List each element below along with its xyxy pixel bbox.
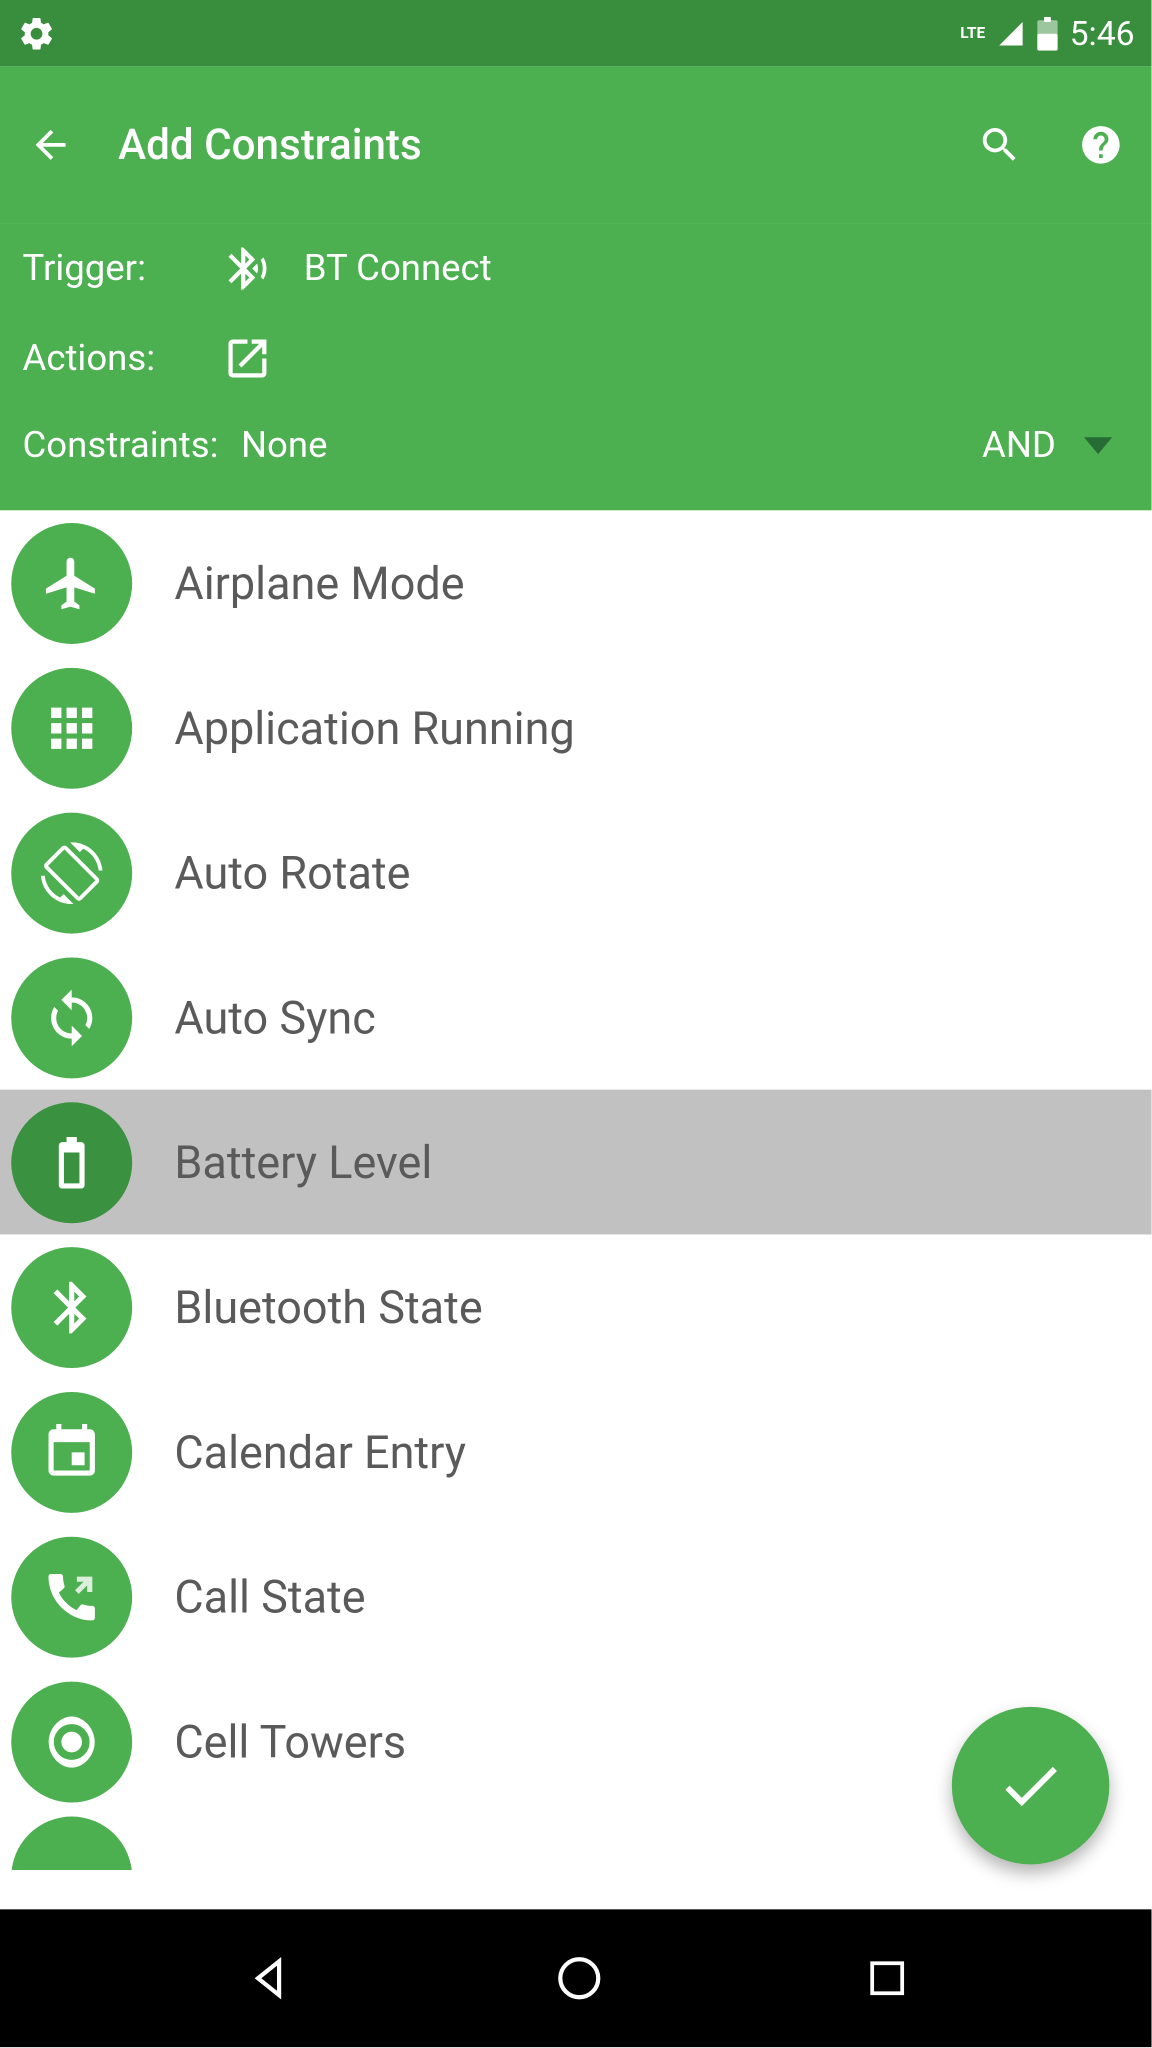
clock-time: 5:46 — [1070, 13, 1135, 52]
constraint-bluetooth-state[interactable]: Bluetooth State — [0, 1234, 1152, 1379]
nav-back-button[interactable] — [243, 1953, 294, 2004]
open-external-icon[interactable] — [205, 333, 289, 384]
sync-icon — [11, 957, 132, 1078]
search-button[interactable] — [977, 122, 1022, 167]
actions-row: Actions: — [22, 314, 1129, 404]
battery-icon — [1036, 16, 1058, 50]
app-bar: Add Constraints — [0, 66, 1152, 223]
dropdown-arrow-icon — [1084, 437, 1112, 454]
apps-icon — [11, 667, 132, 788]
confirm-button[interactable] — [952, 1707, 1109, 1864]
back-button[interactable] — [28, 122, 73, 167]
bluetooth-icon — [11, 1246, 132, 1367]
logic-operator-label: AND — [982, 425, 1056, 467]
constraints-value: None — [241, 425, 982, 467]
constraint-label: Application Running — [174, 701, 574, 754]
rotate-icon — [11, 812, 132, 933]
constraint-airplane-mode[interactable]: Airplane Mode — [0, 510, 1152, 655]
constraint-application-running[interactable]: Application Running — [0, 655, 1152, 800]
constraint-label: Airplane Mode — [174, 556, 464, 609]
constraint-auto-sync[interactable]: Auto Sync — [0, 945, 1152, 1090]
battery-icon — [11, 1102, 132, 1223]
constraints-row: Constraints: None AND — [22, 404, 1129, 488]
constraint-label: Bluetooth State — [174, 1280, 482, 1333]
constraint-battery-level[interactable]: Battery Level — [0, 1090, 1152, 1235]
partial-icon — [11, 1817, 132, 1870]
trigger-label: Trigger: — [22, 247, 205, 289]
trigger-value: BT Connect — [304, 247, 492, 289]
call-icon — [11, 1536, 132, 1657]
network-label: LTE — [960, 24, 985, 42]
signal-icon — [996, 19, 1024, 47]
constraint-auto-rotate[interactable]: Auto Rotate — [0, 800, 1152, 945]
constraints-list: Airplane Mode Application Running Auto R… — [0, 510, 1152, 1870]
nav-home-button[interactable] — [553, 1953, 604, 2004]
constraint-label: Auto Sync — [174, 991, 375, 1044]
bluetooth-icon — [205, 243, 289, 294]
settings-icon — [17, 13, 56, 52]
help-button[interactable] — [1078, 122, 1123, 167]
constraint-label: Cell Towers — [174, 1715, 406, 1768]
info-section: Trigger: BT Connect Actions: Constraints… — [0, 224, 1152, 511]
status-bar: LTE 5:46 — [0, 0, 1152, 66]
constraint-label: Battery Level — [174, 1135, 432, 1188]
constraint-label: Calendar Entry — [174, 1425, 466, 1478]
constraint-calendar-entry[interactable]: Calendar Entry — [0, 1379, 1152, 1524]
calendar-icon — [11, 1391, 132, 1512]
nav-recent-button[interactable] — [864, 1956, 909, 2001]
actions-label: Actions: — [22, 337, 205, 379]
tower-icon — [11, 1681, 132, 1802]
constraint-label: Call State — [174, 1570, 365, 1623]
constraint-label: Auto Rotate — [174, 846, 410, 899]
page-title: Add Constraints — [118, 120, 977, 169]
logic-dropdown[interactable]: AND — [982, 425, 1129, 467]
constraints-label: Constraints: — [22, 425, 218, 467]
trigger-row: Trigger: BT Connect — [22, 224, 1129, 314]
airplane-icon — [11, 522, 132, 643]
constraint-call-state[interactable]: Call State — [0, 1524, 1152, 1669]
navigation-bar — [0, 1909, 1152, 2047]
